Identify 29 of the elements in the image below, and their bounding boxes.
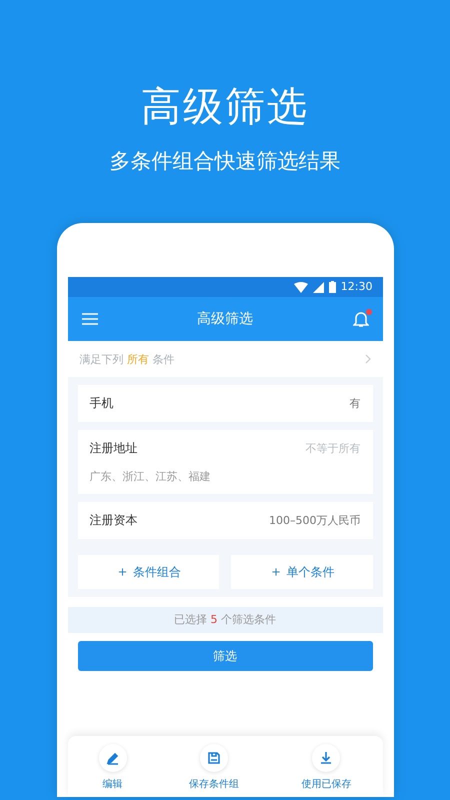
condition-name: 手机 — [90, 395, 114, 412]
wifi-icon — [294, 282, 308, 292]
condition-card[interactable]: 注册地址 不等于所有 广东、浙江、江苏、福建 — [78, 430, 372, 494]
toolbar-button[interactable]: 保存条件组 — [188, 744, 239, 791]
condition-card[interactable]: 手机 有 — [78, 385, 372, 422]
clock-time: 12:30 — [340, 280, 372, 294]
condition-value: 不等于所有 — [306, 441, 360, 456]
condition-detail: 广东、浙江、江苏、福建 — [90, 469, 212, 484]
chevron-icon[interactable] — [364, 354, 370, 364]
condition-name: 注册资本 — [90, 512, 138, 529]
bell-icon[interactable] — [352, 310, 368, 328]
match-condition-text: 满足下列 所有 条件 — [80, 352, 174, 366]
condition-name: 注册地址 — [90, 440, 138, 457]
add-condition-button[interactable]: ＋ 单个条件 — [231, 555, 372, 589]
battery-icon — [328, 281, 336, 293]
pencil-icon — [104, 750, 121, 766]
signal-icon — [312, 282, 324, 292]
selected-count-text: 已选择 5 个筛选条件 — [68, 607, 382, 633]
subtitle: 多条件组合快速筛选结果 — [110, 148, 340, 175]
condition-value: 100–500万人民币 — [269, 513, 360, 528]
menu-icon[interactable] — [82, 313, 98, 325]
app-bar-title: 高级筛选 — [196, 310, 254, 328]
condition-value: 有 — [350, 396, 360, 411]
toolbar-button[interactable]: 使用已保存 — [301, 744, 352, 791]
save-icon — [206, 750, 222, 766]
add-condition-button[interactable]: ＋ 条件组合 — [78, 555, 219, 589]
filter-button[interactable]: 筛选 — [78, 641, 372, 671]
headline: 高级筛选 — [141, 83, 309, 132]
condition-card[interactable]: 注册资本 100–500万人民币 — [78, 502, 372, 539]
